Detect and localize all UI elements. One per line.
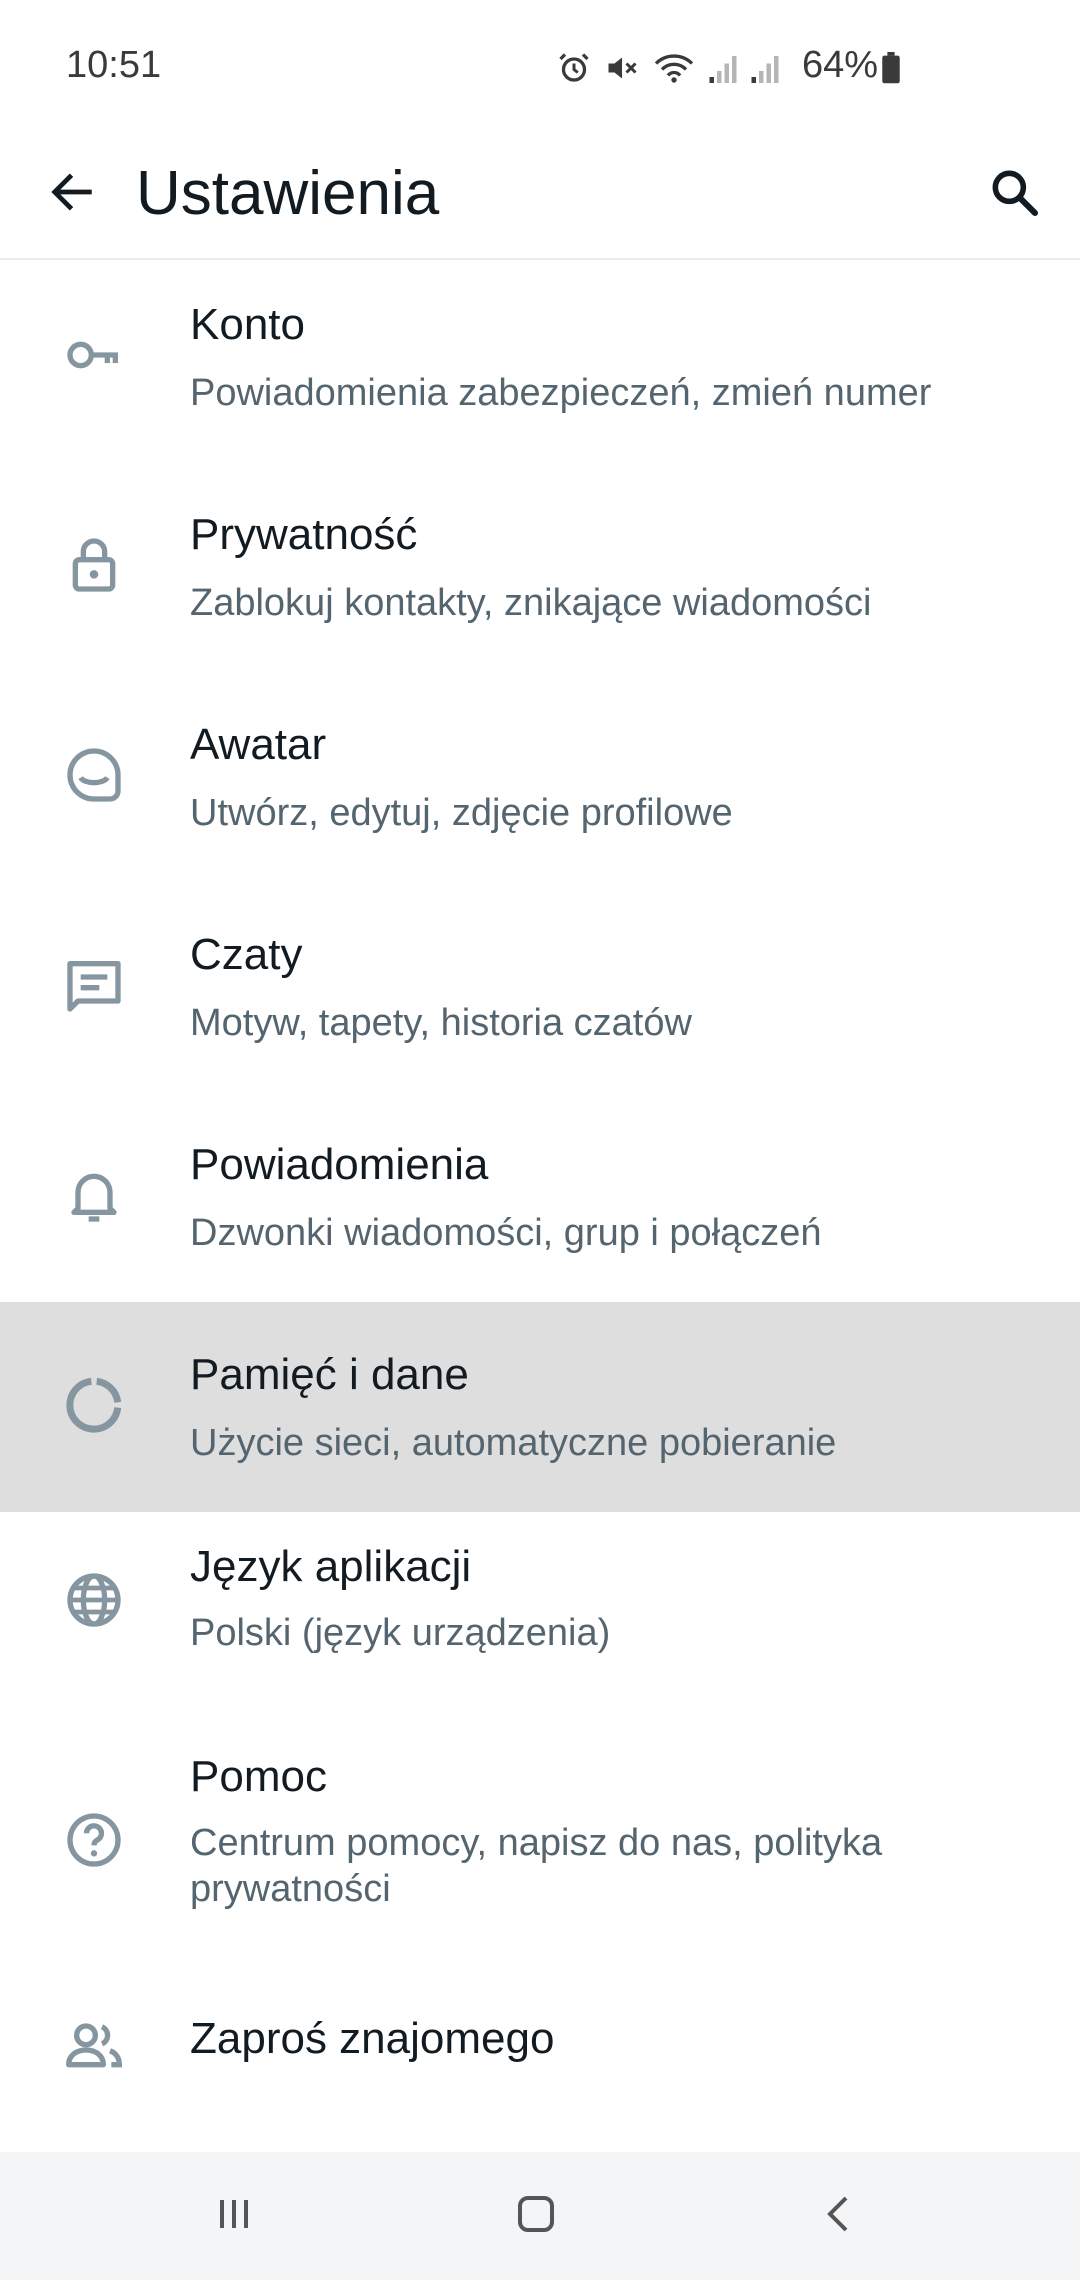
settings-item-subtitle: Zablokuj kontakty, znikające wiadomości [190,582,872,624]
globe-icon [58,1564,130,1636]
mute-icon [604,50,640,86]
search-icon [986,164,1042,225]
settings-item-czaty[interactable]: Czaty Motyw, tapety, historia czatów [0,890,1080,1100]
status-icons [556,48,780,88]
settings-item-title: Prywatność [190,510,418,559]
signal-icon [750,50,780,86]
people-icon [58,2010,130,2082]
settings-item-title: Awatar [190,720,327,769]
settings-item-jezyk[interactable]: Język aplikacji Polski (język urządzenia… [0,1512,1080,1722]
settings-item-title: Język aplikacji [190,1542,472,1591]
settings-item-pomoc[interactable]: Pomoc Centrum pomocy, napisz do nas, pol… [0,1722,1080,1962]
settings-item-zapros[interactable]: Zaproś znajomego [0,1962,1080,2132]
settings-item-title: Powiadomienia [190,1140,489,1189]
settings-item-title: Pamięć i dane [190,1350,469,1399]
back-button[interactable] [30,152,114,236]
settings-item-subtitle: Dzwonki wiadomości, grup i połączeń [190,1212,822,1254]
settings-item-prywatnosc[interactable]: Prywatność Zablokuj kontakty, znikające … [0,470,1080,680]
wifi-icon [652,50,696,86]
settings-item-title: Pomoc [190,1752,327,1801]
app-bar: Ustawienia [0,130,1080,260]
settings-item-title: Konto [190,300,305,349]
settings-item-subtitle: Centrum pomocy, napisz do nas, polityka … [190,1822,883,1910]
recents-button[interactable] [184,2176,284,2256]
avatar-icon [58,739,130,811]
search-button[interactable] [972,152,1056,236]
signal-icon [708,50,738,86]
page-title: Ustawienia [136,159,440,228]
bell-icon [58,1159,130,1231]
status-bar: 10:51 64% [0,0,1080,130]
settings-item-subtitle: Polski (język urządzenia) [190,1612,611,1654]
alarm-icon [556,50,592,86]
data-usage-icon [58,1369,130,1441]
system-back-button[interactable] [790,2176,890,2256]
lock-icon [58,529,130,601]
settings-item-awatar[interactable]: Awatar Utwórz, edytuj, zdjęcie profilowe [0,680,1080,890]
settings-item-title: Czaty [190,930,303,979]
settings-item-subtitle: Motyw, tapety, historia czatów [190,1002,692,1044]
system-nav-bar [0,2152,1080,2280]
settings-item-subtitle: Użycie sieci, automatyczne pobieranie [190,1422,837,1464]
settings-screen: 10:51 64% Ustawienia Konto Powiadomienia… [0,0,1080,2280]
help-icon [58,1804,130,1876]
settings-item-subtitle: Powiadomienia zabezpieczeń, zmień numer [190,372,932,414]
settings-item-konto[interactable]: Konto Powiadomienia zabezpieczeń, zmień … [0,260,1080,470]
back-chevron-icon [816,2190,864,2243]
battery-percentage: 64% [802,44,879,86]
chat-icon [58,949,130,1021]
recents-icon [210,2190,258,2243]
status-time: 10:51 [66,44,162,86]
settings-item-powiadomienia[interactable]: Powiadomienia Dzwonki wiadomości, grup i… [0,1100,1080,1310]
battery-icon [880,52,902,89]
settings-item-title: Zaproś znajomego [190,2014,555,2063]
key-icon [58,319,130,391]
arrow-left-icon [46,166,98,223]
home-icon [512,2190,560,2243]
home-button[interactable] [486,2176,586,2256]
settings-item-pamiec[interactable]: Pamięć i dane Użycie sieci, automatyczne… [0,1302,1080,1512]
settings-item-subtitle: Utwórz, edytuj, zdjęcie profilowe [190,792,733,834]
